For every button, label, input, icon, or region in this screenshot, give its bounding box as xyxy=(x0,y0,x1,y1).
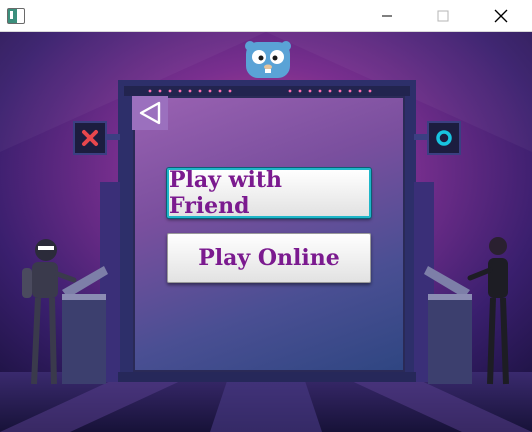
maximize-button[interactable] xyxy=(420,0,466,31)
maximize-icon xyxy=(437,10,449,21)
triangle-left-icon xyxy=(139,101,161,125)
game-scene: Play with Friend Play Online xyxy=(0,32,532,432)
x-icon xyxy=(73,121,107,155)
minimize-button[interactable] xyxy=(364,0,410,31)
back-button[interactable] xyxy=(132,96,168,130)
title-bar xyxy=(0,0,532,32)
gopher-icon xyxy=(245,41,291,78)
close-button[interactable] xyxy=(478,0,524,31)
play-with-friend-button[interactable]: Play with Friend xyxy=(167,167,371,219)
play-online-button[interactable]: Play Online xyxy=(167,233,371,283)
play-online-label: Play Online xyxy=(198,245,340,271)
o-icon xyxy=(427,121,461,155)
app-icon xyxy=(7,8,25,24)
minimize-icon xyxy=(382,15,392,16)
play-with-friend-label: Play with Friend xyxy=(169,167,283,219)
close-icon xyxy=(494,9,508,22)
